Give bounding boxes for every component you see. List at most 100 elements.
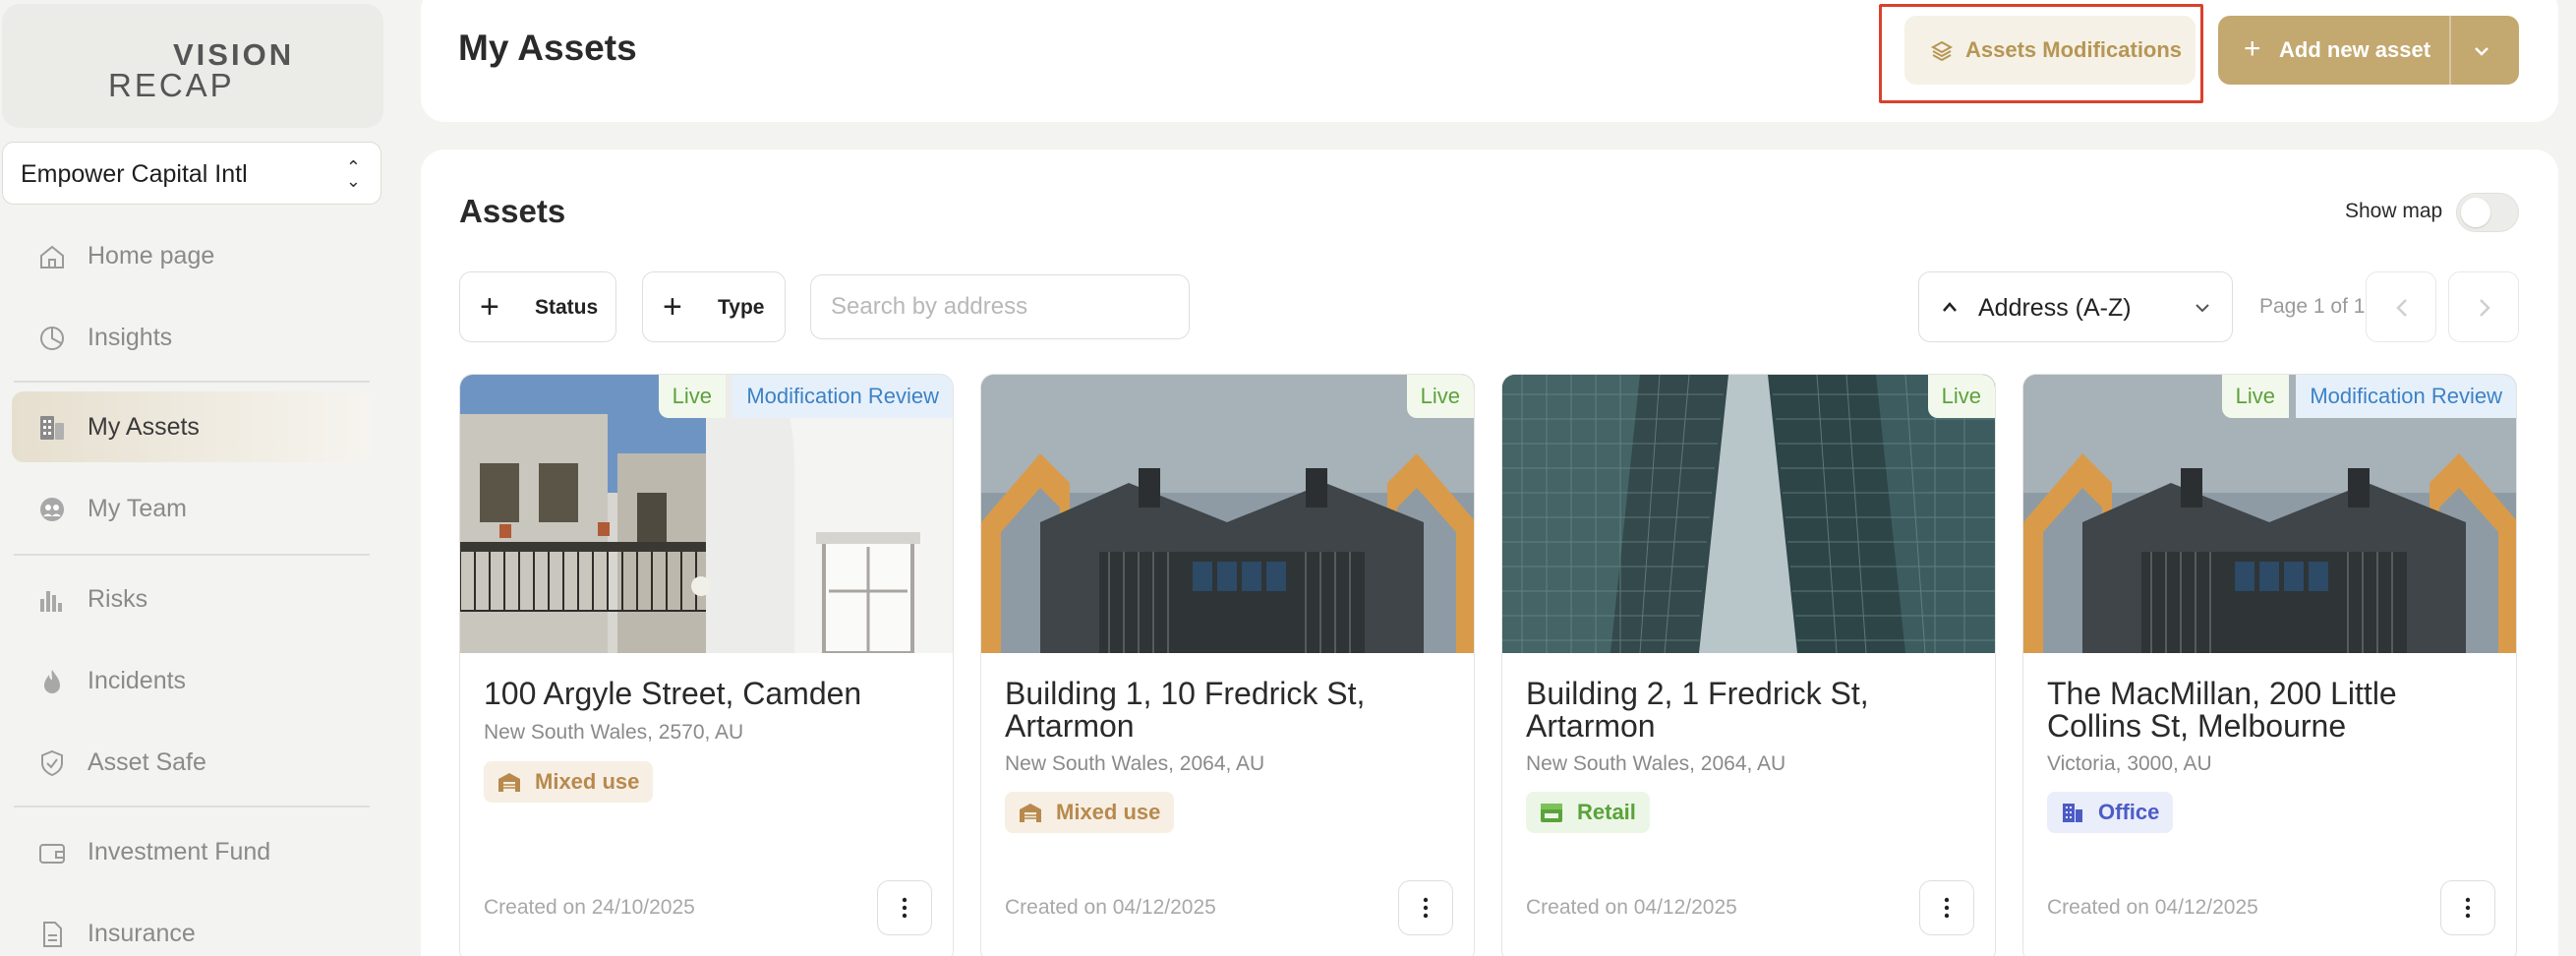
live-badge: Live <box>658 375 726 418</box>
plus-icon: + <box>2244 32 2261 65</box>
show-map-label: Show map <box>2345 200 2443 222</box>
asset-type-chip: Retail <box>1526 792 1650 833</box>
sidebar-item-insights[interactable]: Insights <box>12 302 371 373</box>
asset-address: Building 1, 10 Fredrick St, Artarmon <box>1005 676 1366 744</box>
flame-icon <box>44 670 60 693</box>
card-menu-button[interactable] <box>1919 880 1974 935</box>
status-filter-button[interactable]: + Status <box>459 271 616 342</box>
asset-photo <box>981 375 1474 653</box>
sidebar-item-my-assets[interactable]: My Assets <box>12 391 371 462</box>
sidebar-item-label: Incidents <box>88 667 187 694</box>
modification-review-badge: Modification Review <box>2296 375 2516 418</box>
warehouse-icon <box>498 773 520 792</box>
add-new-asset-button[interactable]: + Add new asset <box>2218 16 2519 85</box>
asset-card[interactable]: Live Modification Review The MacMillan, … <box>2022 374 2517 956</box>
asset-card[interactable]: Live Building 2, 1 Fredrick St, Artarmon… <box>1501 374 1996 956</box>
office-building-icon <box>2063 804 2082 822</box>
sidebar-item-label: Insights <box>88 324 173 351</box>
previous-page-button[interactable] <box>2366 271 2436 342</box>
sidebar-item-label: Risks <box>88 585 148 613</box>
sidebar-divider <box>14 381 370 383</box>
sidebar-item-risks[interactable]: Risks <box>12 564 371 634</box>
next-page-button[interactable] <box>2448 271 2519 342</box>
logo-line-2: RECAP <box>108 67 235 103</box>
created-date: Created on 04/12/2025 <box>2047 896 2258 919</box>
section-title: Assets <box>459 193 566 229</box>
modification-review-badge: Modification Review <box>732 375 953 418</box>
team-icon <box>40 498 64 521</box>
asset-address: Building 2, 1 Fredrick St, Artarmon <box>1526 676 1869 744</box>
sidebar-item-label: My Team <box>88 495 187 522</box>
type-filter-label: Type <box>718 296 765 319</box>
asset-location: New South Wales, 2064, AU <box>1526 752 1786 775</box>
shield-check-icon <box>41 749 63 777</box>
pie-chart-icon <box>40 327 64 350</box>
asset-type-chip: Mixed use <box>484 761 654 803</box>
asset-address: The MacMillan, 200 Little Collins St, Me… <box>2047 676 2397 744</box>
add-new-asset-label: Add new asset <box>2279 37 2431 62</box>
sidebar: VISION RECAP Empower Capital Intl ⌃ ⌄ Hom… <box>0 0 389 956</box>
more-vertical-icon <box>902 897 907 919</box>
toggle-knob <box>2461 198 2490 227</box>
logo[interactable]: VISION RECAP <box>2 4 383 128</box>
building-icon <box>40 416 64 440</box>
pagination-info: Page 1 of 1 <box>2259 295 2366 318</box>
home-icon <box>40 245 64 269</box>
asset-card[interactable]: Live Modification Review 100 Argyle Stre… <box>459 374 954 956</box>
warehouse-icon <box>1020 804 1041 822</box>
sidebar-item-incidents[interactable]: Incidents <box>12 645 371 716</box>
created-date: Created on 04/12/2025 <box>1526 896 1737 919</box>
organization-selector[interactable]: Empower Capital Intl ⌃ ⌄ <box>2 142 381 205</box>
chevron-down-icon[interactable] <box>2470 39 2493 63</box>
asset-location: New South Wales, 2064, AU <box>1005 752 1265 775</box>
more-vertical-icon <box>2465 897 2471 919</box>
highlight-box <box>1879 4 2203 103</box>
sidebar-item-my-team[interactable]: My Team <box>12 473 371 544</box>
live-badge: Live <box>1927 375 1995 418</box>
sidebar-item-label: My Assets <box>88 413 200 441</box>
asset-type-label: Retail <box>1577 800 1636 824</box>
wallet-icon <box>39 844 65 864</box>
sidebar-item-label: Insurance <box>88 920 196 947</box>
asset-location: Victoria, 3000, AU <box>2047 752 2212 775</box>
asset-location: New South Wales, 2570, AU <box>484 721 744 744</box>
bar-chart-icon <box>40 591 62 612</box>
show-map-toggle[interactable] <box>2456 193 2519 232</box>
asset-photo <box>1502 375 1995 653</box>
sidebar-item-investment-fund[interactable]: Investment Fund <box>12 816 371 887</box>
page-title: My Assets <box>458 28 637 68</box>
sidebar-item-insurance[interactable]: Insurance <box>12 898 371 956</box>
chevron-up-icon <box>1943 302 1957 312</box>
store-icon <box>1541 804 1562 822</box>
chevron-up-down-icon: ⌃ ⌄ <box>345 157 361 191</box>
sort-label: Address (A-Z) <box>1978 294 2132 322</box>
asset-type-chip: Office <box>2047 792 2174 833</box>
sidebar-item-label: Asset Safe <box>88 748 206 776</box>
live-badge: Live <box>2221 375 2289 418</box>
status-filter-label: Status <box>535 296 599 319</box>
more-vertical-icon <box>1423 897 1429 919</box>
asset-address: 100 Argyle Street, Camden <box>484 676 862 711</box>
more-vertical-icon <box>1944 897 1950 919</box>
card-menu-button[interactable] <box>1398 880 1453 935</box>
sort-select[interactable]: Address (A-Z) <box>1918 271 2233 342</box>
card-menu-button[interactable] <box>877 880 932 935</box>
document-icon <box>43 922 62 947</box>
live-badge: Live <box>1406 375 1474 418</box>
plus-icon: + <box>663 288 682 326</box>
chevron-down-icon <box>2195 304 2209 313</box>
sidebar-divider <box>14 554 370 556</box>
search-input[interactable] <box>810 274 1190 339</box>
sidebar-divider <box>14 806 370 807</box>
sidebar-item-asset-safe[interactable]: Asset Safe <box>12 727 371 798</box>
sidebar-item-label: Home page <box>88 242 215 269</box>
asset-type-label: Office <box>2098 800 2160 824</box>
chevron-left-icon <box>2396 299 2407 317</box>
card-menu-button[interactable] <box>2440 880 2495 935</box>
asset-card[interactable]: Live Building 1, 10 Fredrick St, Artarmo… <box>980 374 1475 956</box>
chevron-right-icon <box>2480 299 2490 317</box>
created-date: Created on 04/12/2025 <box>1005 896 1216 919</box>
type-filter-button[interactable]: + Type <box>642 271 786 342</box>
sidebar-item-home[interactable]: Home page <box>12 220 371 291</box>
asset-type-label: Mixed use <box>535 769 640 794</box>
